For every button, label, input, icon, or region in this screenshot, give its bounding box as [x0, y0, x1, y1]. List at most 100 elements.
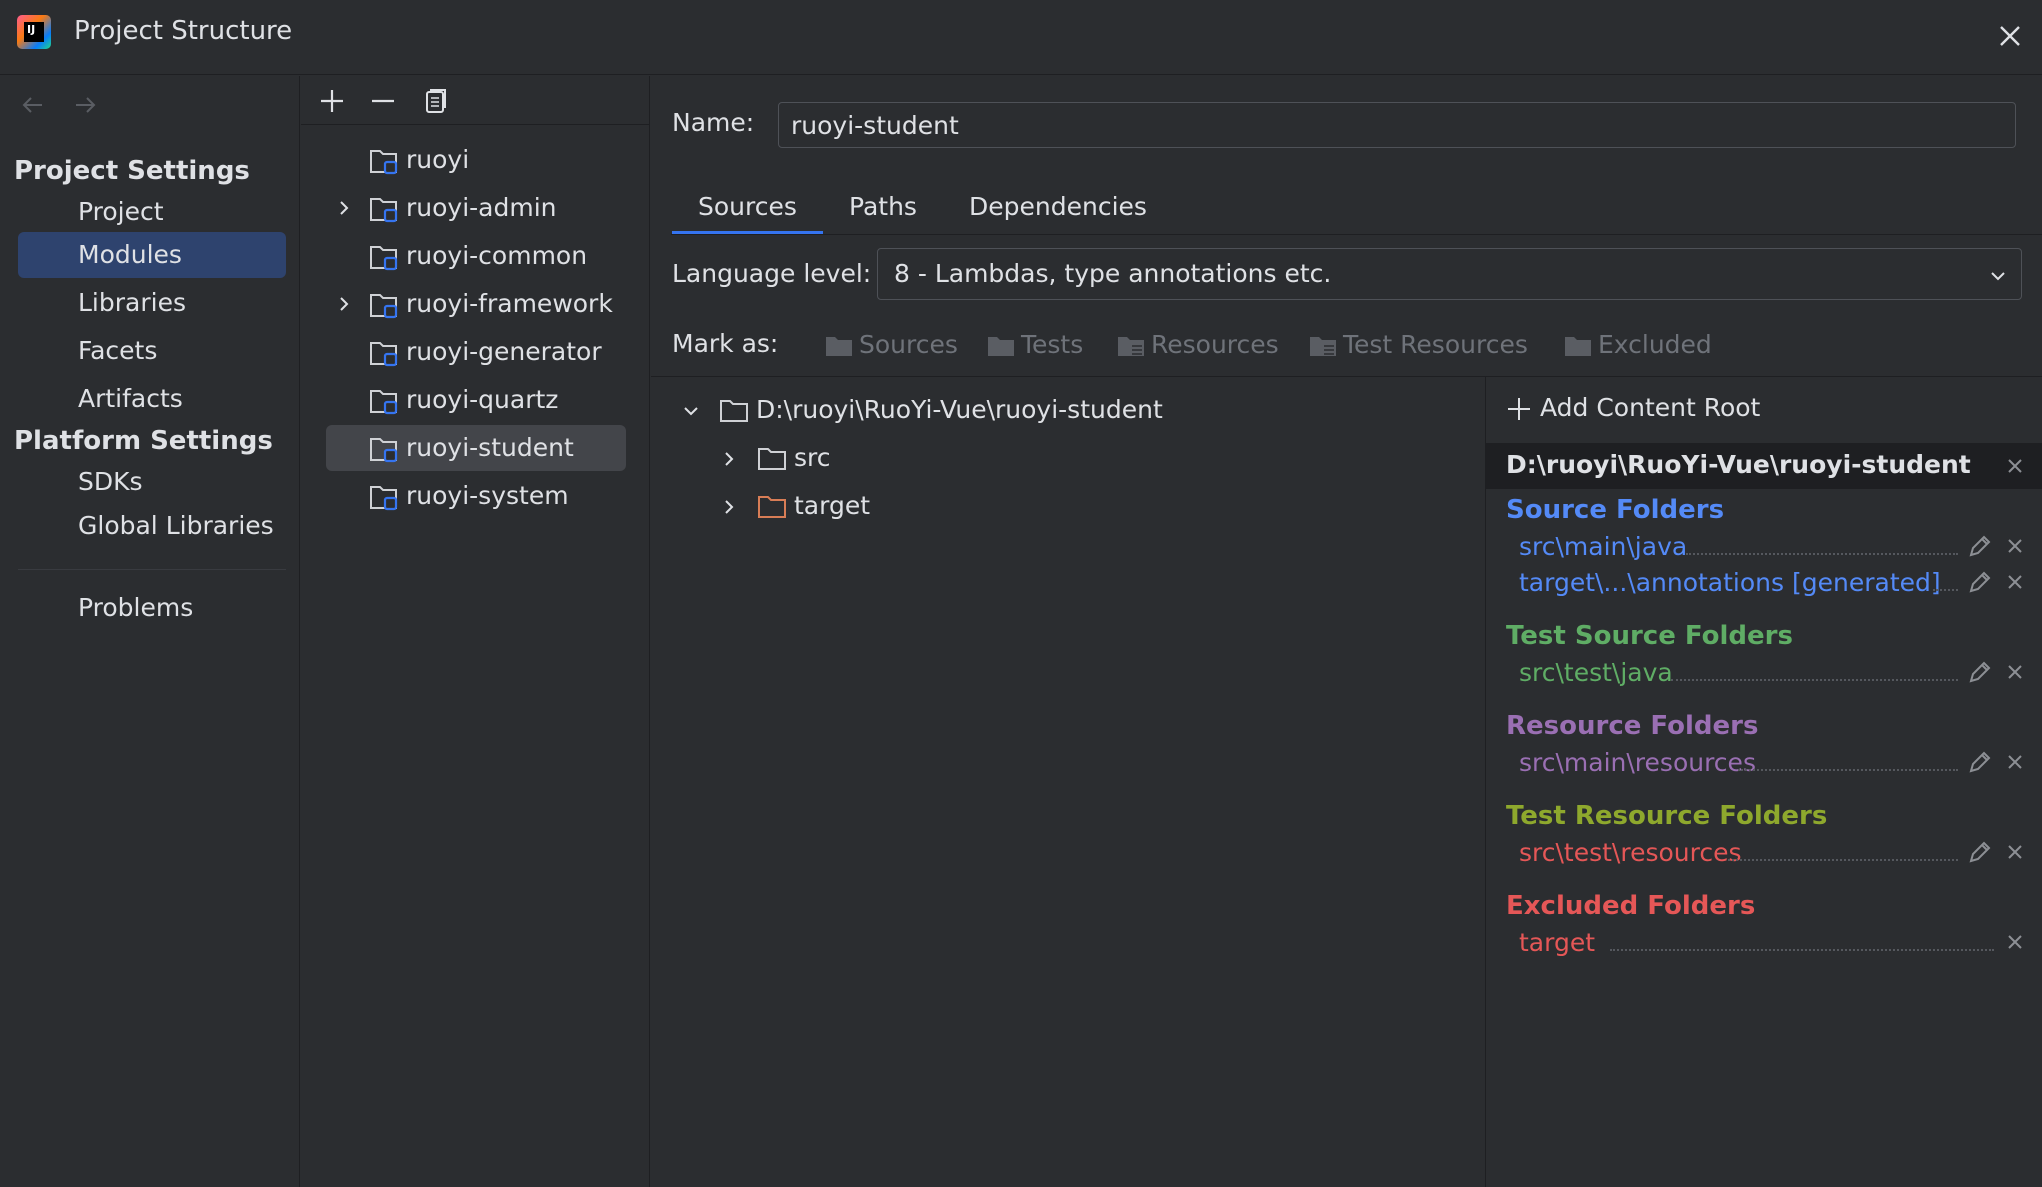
excluded-folders-title: Excluded Folders	[1506, 891, 1756, 921]
intellij-logo-icon: IJ	[17, 15, 51, 49]
module-item-ruoyi-quartz[interactable]: ruoyi-quartz	[326, 377, 626, 423]
module-folder-icon	[370, 150, 398, 175]
tab-paths[interactable]: Paths	[823, 189, 943, 235]
remove-root-icon[interactable]	[2004, 455, 2026, 477]
tree-target-label: target	[794, 491, 871, 520]
module-label: ruoyi-student	[406, 433, 574, 462]
folder-icon	[1565, 337, 1591, 356]
source-folder-entry: target\...\annotations [generated]	[1519, 568, 1941, 597]
settings-sidebar: Project Settings Project Modules Librari…	[0, 76, 300, 1187]
remove-icon[interactable]	[364, 82, 402, 120]
tabs-divider	[671, 234, 2042, 235]
copy-icon[interactable]	[416, 82, 454, 120]
platform-settings-heading: Platform Settings	[14, 426, 273, 456]
chevron-down-icon[interactable]	[681, 401, 701, 421]
pencil-icon[interactable]	[1967, 659, 1993, 685]
pencil-icon[interactable]	[1967, 839, 1993, 865]
source-folders-title: Source Folders	[1506, 495, 1725, 525]
tree-row-root[interactable]: D:\ruoyi\RuoYi-Vue\ruoyi-student	[651, 389, 1485, 433]
sidebar-item-libraries[interactable]: Libraries	[18, 280, 286, 326]
sidebar-item-facets[interactable]: Facets	[18, 328, 286, 374]
tree-row-target[interactable]: target	[651, 485, 1485, 529]
excluded-folder-icon	[758, 496, 786, 518]
module-folder-icon	[370, 246, 398, 271]
test-resource-folder-entry: src\test\resources	[1519, 838, 1742, 867]
leader-dots	[1738, 769, 1958, 771]
folder-icon	[826, 337, 852, 356]
module-item-ruoyi-common[interactable]: ruoyi-common	[326, 233, 626, 279]
tree-src-label: src	[794, 443, 831, 472]
chevron-right-icon[interactable]	[719, 497, 739, 517]
sidebar-item-project[interactable]: Project	[18, 189, 286, 235]
sidebar-item-sdks[interactable]: SDKs	[18, 459, 286, 505]
module-label: ruoyi-framework	[406, 289, 613, 318]
module-item-ruoyi-admin[interactable]: ruoyi-admin	[326, 185, 626, 231]
tab-dependencies[interactable]: Dependencies	[943, 189, 1173, 235]
module-detail-panel: Name: Sources Paths Dependencies Languag…	[651, 76, 2042, 1187]
name-label: Name:	[672, 108, 755, 137]
module-label: ruoyi	[406, 145, 470, 174]
content-roots-panel: Add Content Root D:\ruoyi\RuoYi-Vue\ruoy…	[1485, 377, 2042, 1187]
tree-root-label: D:\ruoyi\RuoYi-Vue\ruoyi-student	[756, 395, 1163, 424]
project-settings-heading: Project Settings	[14, 156, 250, 186]
chevron-right-icon[interactable]	[334, 198, 354, 218]
sidebar-item-global-libraries[interactable]: Global Libraries	[18, 503, 286, 549]
tree-row-src[interactable]: src	[651, 437, 1485, 481]
title-bar: IJ Project Structure	[0, 0, 2042, 75]
add-content-root-button[interactable]: Add Content Root	[1506, 393, 1760, 422]
module-item-ruoyi[interactable]: ruoyi	[326, 137, 626, 183]
close-icon[interactable]	[1990, 16, 2030, 56]
sidebar-item-artifacts[interactable]: Artifacts	[18, 376, 286, 422]
leader-dots	[1610, 949, 1994, 951]
sidebar-separator	[18, 569, 286, 570]
module-label: ruoyi-system	[406, 481, 569, 510]
pencil-icon[interactable]	[1967, 569, 1993, 595]
chevron-down-icon	[1991, 272, 2005, 281]
folder-icon	[758, 448, 786, 470]
language-level-dropdown[interactable]: 8 - Lambdas, type annotations etc.	[877, 248, 2022, 300]
module-item-ruoyi-framework[interactable]: ruoyi-framework	[326, 281, 626, 327]
test-source-folder-entry: src\test\java	[1519, 658, 1673, 687]
test-resources-folder-icon	[1310, 337, 1336, 356]
remove-folder-icon[interactable]	[2004, 535, 2026, 557]
folder-icon	[720, 400, 748, 422]
module-list-panel: ruoyi ruoyi-admin ruoyi-common ruoyi-framew…	[301, 76, 650, 1187]
add-icon[interactable]	[313, 82, 351, 120]
pencil-icon[interactable]	[1967, 533, 1993, 559]
leader-dots	[1933, 589, 1958, 591]
remove-folder-icon[interactable]	[2004, 571, 2026, 593]
content-root-header: D:\ruoyi\RuoYi-Vue\ruoyi-student	[1486, 443, 2042, 489]
back-arrow-icon[interactable]	[18, 90, 48, 120]
module-name-input[interactable]	[778, 102, 2016, 148]
pencil-icon[interactable]	[1967, 749, 1993, 775]
remove-folder-icon[interactable]	[2004, 661, 2026, 683]
module-item-ruoyi-student[interactable]: ruoyi-student	[326, 425, 626, 471]
sidebar-item-modules[interactable]: Modules	[18, 232, 286, 278]
content-root-path: D:\ruoyi\RuoYi-Vue\ruoyi-student	[1506, 450, 1971, 479]
resource-folders-title: Resource Folders	[1506, 711, 1759, 741]
resource-folder-entry: src\main\resources	[1519, 748, 1756, 777]
chevron-right-icon[interactable]	[719, 449, 739, 469]
remove-folder-icon[interactable]	[2004, 751, 2026, 773]
module-label: ruoyi-common	[406, 241, 588, 270]
mark-as-label: Mark as:	[672, 329, 779, 358]
module-toolbar	[301, 76, 650, 125]
module-folder-icon	[370, 390, 398, 415]
chevron-right-icon[interactable]	[334, 294, 354, 314]
module-folder-icon	[370, 438, 398, 463]
content-root-tree: D:\ruoyi\RuoYi-Vue\ruoyi-student src tar…	[651, 377, 1485, 1187]
excluded-folder-entry: target	[1519, 928, 1596, 957]
module-item-ruoyi-system[interactable]: ruoyi-system	[326, 473, 626, 519]
forward-arrow-icon[interactable]	[70, 90, 100, 120]
module-label: ruoyi-admin	[406, 193, 557, 222]
resources-folder-icon	[1118, 337, 1144, 356]
module-folder-icon	[370, 294, 398, 319]
sidebar-item-problems[interactable]: Problems	[18, 585, 286, 631]
remove-folder-icon[interactable]	[2004, 841, 2026, 863]
folder-icon	[988, 337, 1014, 356]
add-icon	[1508, 398, 1530, 420]
module-item-ruoyi-generator[interactable]: ruoyi-generator	[326, 329, 626, 375]
remove-folder-icon[interactable]	[2004, 931, 2026, 953]
tab-sources[interactable]: Sources	[672, 189, 823, 235]
test-source-folders-title: Test Source Folders	[1506, 621, 1793, 651]
